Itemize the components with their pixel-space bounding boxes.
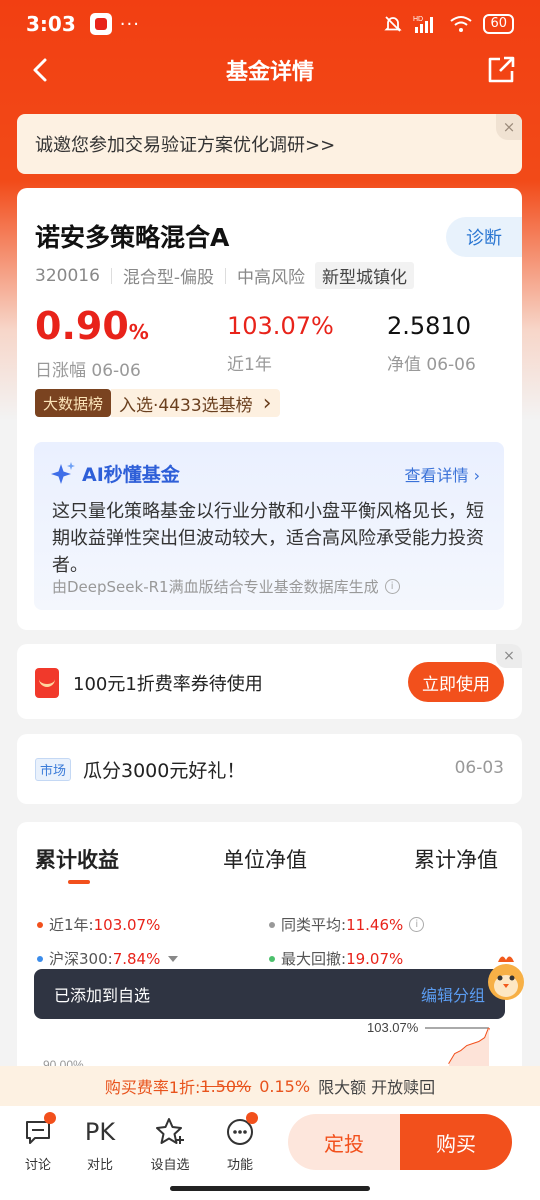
discount-fee: 0.15% (259, 1076, 311, 1096)
share-icon[interactable] (486, 54, 516, 86)
fund-name: 诺安多策略混合A (35, 223, 230, 252)
fund-summary-card: 诺安多策略混合A 诊断 320016 混合型-偏股 中高风险 新型城镇化 0.9… (17, 188, 522, 630)
survey-text[interactable]: 诚邀您参加交易验证方案优化调研>> (35, 131, 335, 157)
red-envelope-icon (35, 668, 59, 698)
rank-text[interactable]: 入选·4433选基榜 › (111, 389, 280, 417)
active-tab-indicator (68, 880, 90, 884)
notification-dot (246, 1112, 258, 1124)
tab-unit-nav[interactable]: 单位净值 (223, 844, 307, 874)
back-arrow-icon[interactable] (26, 54, 56, 86)
divider (110, 267, 112, 284)
notification-dot (44, 1112, 56, 1124)
legend-peer-average: 同类平均: 11.46% i (269, 914, 425, 935)
legend-max-drawdown: 最大回撤: 19.07% (269, 948, 403, 969)
year-return-value: 103.07% (227, 312, 334, 340)
ai-source: 由DeepSeek-R1满血版结合专业基金数据库生成 i (52, 576, 400, 597)
star-plus-icon (156, 1118, 184, 1144)
legend-dot (269, 921, 275, 928)
coupon-banner: 100元1折费率券待使用 立即使用 × (17, 644, 522, 719)
coupon-text: 100元1折费率券待使用 (73, 674, 263, 695)
nav-value: 2.5810 (387, 312, 471, 340)
fund-type: 混合型-偏股 (122, 268, 215, 288)
sparkle-icon (51, 461, 75, 484)
svg-text:HD: HD (413, 16, 423, 23)
diagnose-button[interactable]: 诊断 (446, 217, 522, 257)
year-return-label: 近1年 (227, 355, 272, 375)
chart-end-value-label: 103.07% (367, 1020, 419, 1035)
info-icon[interactable]: i (409, 917, 425, 932)
daily-change-metric: 0.90% 日涨幅 06-06 (35, 304, 149, 381)
survey-close-button[interactable]: × (496, 114, 522, 140)
fund-tags: 320016 混合型-偏股 中高风险 新型城镇化 (35, 262, 415, 289)
tab-cumulative-nav[interactable]: 累计净值 (414, 844, 498, 874)
market-news-item[interactable]: 市场 瓜分3000元好礼！ 06-03 (17, 734, 522, 804)
daily-change-value: 0.90% (35, 304, 149, 348)
mute-bell-icon (384, 16, 403, 32)
news-tag: 市场 (35, 758, 72, 781)
rank-badge: 大数据榜 (35, 389, 112, 417)
legend-near-1-year: 近1年: 103.07% (37, 914, 160, 935)
toast-message: 已添加到自选 编辑分组 (34, 969, 505, 1019)
edit-group-link[interactable]: 编辑分组 (421, 982, 485, 1006)
page-header: 基金详情 (0, 48, 540, 92)
ai-summary-box: AI秒懂基金 查看详情 › 这只量化策略基金以行业分散和小盘平衡风格见长，短期收… (34, 442, 504, 610)
news-date: 06-03 (454, 758, 504, 778)
status-bar: 3:03 ··· HD 60 (0, 0, 540, 48)
nav-functions[interactable]: 功能 (210, 1112, 270, 1173)
ai-description: 这只量化策略基金以行业分散和小盘平衡风格见长，短期收益弹性突出但波动较大，适合高… (52, 501, 484, 576)
home-indicator (170, 1186, 370, 1191)
auto-invest-button[interactable]: 定投 (288, 1114, 400, 1170)
daily-change-label: 日涨幅 06-06 (35, 361, 141, 381)
page-title: 基金详情 (225, 60, 314, 85)
toast-text: 已添加到自选 (54, 986, 151, 1005)
ai-title-text: AI秒懂基金 (82, 464, 180, 486)
survey-banner[interactable]: 诚邀您参加交易验证方案优化调研>> × (17, 114, 522, 174)
status-time: 3:03 (26, 12, 76, 36)
tab-cumulative-return[interactable]: 累计收益 (35, 844, 119, 874)
info-icon[interactable]: i (384, 579, 400, 594)
rank-banner[interactable]: 大数据榜 入选·4433选基榜 › (35, 388, 280, 418)
year-return-metric: 103.07% 近1年 (227, 304, 334, 375)
wifi-icon (450, 16, 473, 32)
legend-hs300[interactable]: 沪深300: 7.84% (37, 948, 179, 969)
nav-label: 净值 06-06 (387, 355, 476, 375)
news-title[interactable]: 瓜分3000元好礼！ (83, 756, 245, 783)
coupon-close-button[interactable]: × (496, 644, 522, 668)
fund-theme-tag[interactable]: 新型城镇化 (315, 262, 415, 289)
nav-compare[interactable]: PK 对比 (70, 1116, 130, 1173)
chart-tabs: 累计收益 单位净值 累计净值 (17, 844, 522, 884)
pk-icon: PK (84, 1118, 116, 1146)
legend-dot (37, 921, 43, 928)
battery-indicator: 60 (483, 14, 514, 34)
app-notification-icon (89, 13, 112, 35)
use-coupon-button[interactable]: 立即使用 (408, 662, 504, 702)
fund-code: 320016 (35, 265, 100, 286)
legend-dot (37, 955, 43, 962)
fee-info-bar: 购买费率1折: 1.50% 0.15% 限大额 开放赎回 (0, 1066, 540, 1106)
nav-add-watchlist[interactable]: 设自选 (140, 1116, 200, 1173)
divider (225, 267, 227, 284)
ai-more-link[interactable]: 查看详情 › (405, 462, 481, 486)
nav-metric: 2.5810 净值 06-06 (387, 304, 476, 375)
dropdown-caret-icon[interactable] (168, 955, 179, 962)
legend-dot (269, 955, 275, 962)
more-notifications-icon: ··· (119, 13, 140, 35)
nav-discuss[interactable]: 讨论 (8, 1112, 68, 1173)
mascot-icon[interactable] (484, 952, 528, 1004)
original-fee: 1.50% (200, 1076, 252, 1096)
signal-icon: HD (413, 16, 434, 33)
ai-title: AI秒懂基金 (50, 460, 180, 487)
chevron-right-icon: › (262, 390, 272, 416)
fund-risk: 中高风险 (237, 268, 306, 288)
buy-button[interactable]: 购买 (400, 1114, 512, 1170)
